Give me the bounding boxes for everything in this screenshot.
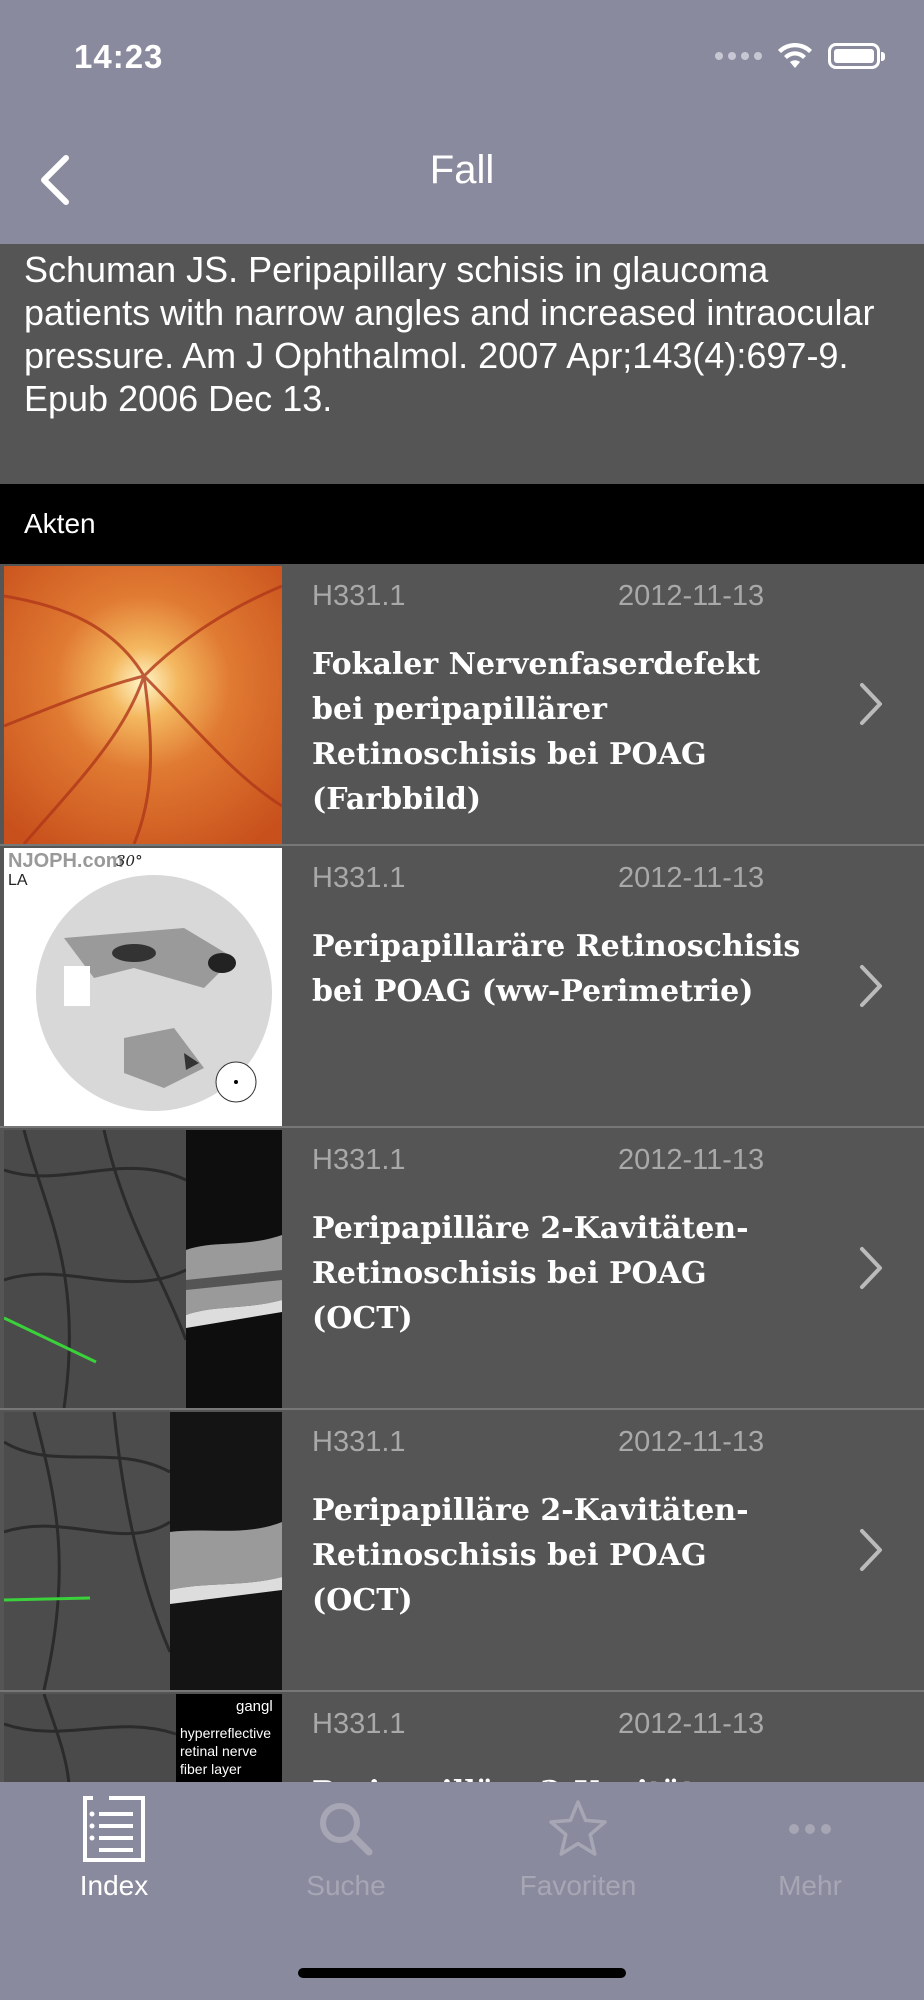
record-code: H331.1	[312, 1426, 406, 1458]
list-item[interactable]: H331.1 2012-11-13 Peripapilläre 2-Kavitä…	[0, 1128, 924, 1410]
list-item[interactable]: H331.1 2012-11-13 Peripapilläre 2-Kavitä…	[0, 1410, 924, 1692]
record-code: H331.1	[312, 1708, 406, 1740]
status-time: 14:23	[74, 38, 164, 75]
tab-index[interactable]: Index	[14, 1796, 214, 1902]
record-title: Peripapilläre 2-Kavitäten-	[312, 1770, 812, 1782]
wifi-icon	[778, 42, 812, 68]
more-icon	[789, 1824, 831, 1834]
list-item[interactable]: NJOPH.com 30° LA H331.1 2012-11-13 Perip…	[0, 846, 924, 1128]
battery-icon	[828, 43, 885, 69]
thumbnail-oct-scan	[4, 1412, 282, 1690]
citation-text: Schuman JS. Peripapillary schisis in gla…	[0, 244, 924, 484]
thumbnail-angle: 30°	[116, 852, 143, 870]
list-item[interactable]: H331.1 2012-11-13 Fokaler Nervenfaserdef…	[0, 564, 924, 846]
tab-mehr[interactable]: Mehr	[710, 1796, 910, 1902]
record-date: 2012-11-13	[618, 580, 765, 612]
chevron-right-icon	[860, 965, 882, 1007]
tab-mehr-label: Mehr	[778, 1870, 842, 1901]
record-code: H331.1	[312, 1144, 406, 1176]
star-icon	[549, 1800, 607, 1856]
record-date: 2012-11-13	[618, 862, 765, 894]
tab-favoriten[interactable]: Favoriten	[478, 1796, 678, 1902]
status-icons	[715, 42, 885, 70]
thumbnail-oct-scan	[4, 1130, 282, 1408]
page-title: Fall	[429, 148, 495, 192]
chevron-right-icon	[860, 1529, 882, 1571]
thumbnail-fundus-photo	[4, 566, 282, 844]
thumbnail-logo: NJOPH.com	[8, 850, 124, 872]
thumbnail-label: gangl	[236, 1698, 273, 1715]
list-icon	[83, 1796, 145, 1862]
search-icon	[320, 1803, 373, 1856]
record-title: Fokaler Nervenfaserdefekt bei peripapill…	[312, 647, 761, 817]
record-code: H331.1	[312, 580, 406, 612]
chevron-right-icon	[860, 1247, 882, 1289]
record-code: H331.1	[312, 862, 406, 894]
tab-favoriten-label: Favoriten	[519, 1870, 637, 1901]
list-item[interactable]: gangl hyperreflective retinal nerve fibe…	[0, 1692, 924, 1782]
tab-suche[interactable]: Suche	[246, 1796, 446, 1902]
tab-index-label: Index	[79, 1870, 149, 1901]
home-indicator	[298, 1968, 626, 1978]
thumbnail-oct-annotated: gangl hyperreflective retinal nerve fibe…	[4, 1694, 282, 1782]
signal-icon	[715, 52, 762, 60]
chevron-right-icon	[860, 683, 882, 725]
record-date: 2012-11-13	[618, 1144, 765, 1176]
record-title: Peripapillaräre Retinoschisis bei POAG (…	[312, 929, 801, 1009]
record-title: Peripapilläre 2-Kavitäten-Retinoschisis …	[312, 1211, 749, 1336]
section-header: Akten	[0, 484, 924, 564]
record-date: 2012-11-13	[618, 1708, 765, 1740]
record-date: 2012-11-13	[618, 1426, 765, 1458]
thumbnail-annotation: hyperreflective retinal nerve fiber laye…	[180, 1725, 272, 1777]
record-title: Peripapilläre 2-Kavitäten-Retinoschisis …	[312, 1493, 749, 1618]
records-list: H331.1 2012-11-13 Fokaler Nervenfaserdef…	[0, 564, 924, 1782]
thumbnail-perimetry-map: NJOPH.com 30° LA	[4, 848, 282, 1126]
thumbnail-eye: LA	[8, 872, 28, 889]
tab-suche-label: Suche	[306, 1870, 386, 1901]
navigation-header: 14:23 Fall	[0, 0, 924, 244]
